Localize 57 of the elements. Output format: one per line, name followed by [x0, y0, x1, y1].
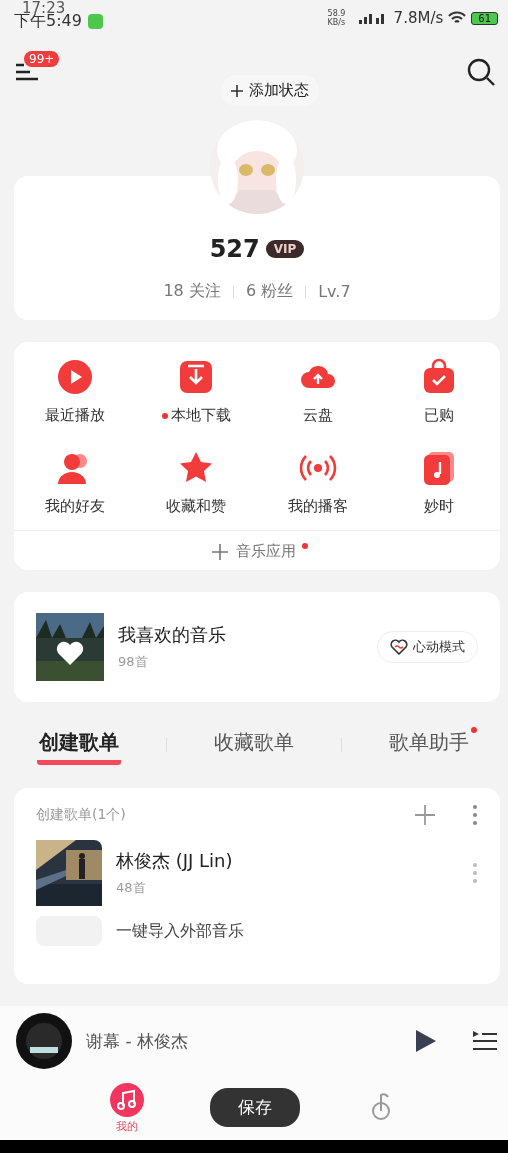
app-icon	[87, 13, 103, 29]
app-shortcut[interactable]: 云盘	[257, 358, 379, 425]
app-shortcut[interactable]: 收藏和赞	[135, 449, 257, 516]
mini-player[interactable]: 谢幕 - 林俊杰	[0, 1006, 508, 1076]
playlist-tab[interactable]: 歌单助手	[387, 725, 472, 765]
playlist-icon[interactable]	[472, 1030, 498, 1052]
section-header: 创建歌单(1个)	[36, 806, 127, 824]
app-label: 本地下载	[170, 406, 231, 425]
app-label: 妙时	[424, 497, 455, 516]
app-label: 我的播客	[287, 497, 348, 516]
app-shortcut[interactable]: 我的播客	[257, 449, 379, 516]
plus-icon	[231, 84, 243, 97]
notification-badge: 99+	[24, 51, 60, 67]
vip-badge: VIP	[265, 240, 305, 258]
add-icon[interactable]	[414, 804, 436, 826]
save-button[interactable]: 保存	[210, 1088, 300, 1127]
heart-mode-button[interactable]: 心动模式	[377, 631, 478, 663]
app-shortcut[interactable]: 最近播放	[14, 358, 136, 425]
profile-stat[interactable]: 6 粉丝	[245, 281, 294, 302]
more-icon[interactable]	[472, 862, 478, 884]
app-label: 收藏和赞	[166, 497, 227, 516]
user-name: 527	[209, 235, 260, 263]
song-count: 48首	[116, 879, 147, 897]
more-icon[interactable]	[472, 804, 478, 826]
song-count: 98首	[118, 653, 149, 671]
nav-tab[interactable]: 我的	[104, 1081, 150, 1135]
wifi-icon	[448, 11, 467, 25]
menu-icon[interactable]	[14, 61, 40, 83]
import-link[interactable]: 一键导入外部音乐	[116, 920, 244, 942]
app-shortcut[interactable]: 本地下载	[135, 358, 257, 425]
playlist-title: 林俊杰 (JJ Lin)	[116, 849, 234, 873]
network-speed: 7.8M/s	[393, 9, 444, 27]
playlist-tab[interactable]: 创建歌单	[36, 725, 121, 765]
battery-icon: 61	[471, 11, 498, 25]
app-shortcut[interactable]: 已购	[378, 358, 500, 425]
search-icon[interactable]	[466, 57, 496, 87]
add-status-button[interactable]: 添加状态	[221, 75, 319, 106]
profile-stat[interactable]: Lv.7	[318, 282, 351, 301]
music-apps-button[interactable]: 音乐应用	[206, 541, 302, 562]
play-icon	[55, 358, 94, 396]
app-label: 云盘	[302, 406, 333, 425]
app-shortcut[interactable]: 我的好友	[14, 449, 136, 516]
playlist-row[interactable]: 林俊杰 (JJ Lin) 48首	[36, 840, 478, 906]
disc-icon	[16, 1013, 72, 1069]
heart-icon	[390, 639, 408, 655]
play-icon[interactable]	[414, 1028, 438, 1054]
plus-icon	[212, 543, 228, 560]
app-label: 最近播放	[44, 406, 105, 425]
app-shortcut[interactable]: 妙时	[378, 449, 500, 516]
song-title: 谢幕 - 林俊杰	[86, 1029, 189, 1053]
liked-music-card[interactable]: 我喜欢的音乐 98首 心动模式	[14, 592, 500, 702]
profile-stat[interactable]: 18 关注	[163, 281, 221, 302]
network-speed: 58.9 KB/s	[327, 9, 347, 27]
playlist-tab[interactable]: 收藏歌单	[211, 725, 296, 765]
playlist-title: 我喜欢的音乐	[118, 623, 227, 647]
app-label: 我的好友	[44, 497, 105, 516]
app-label: 已购	[424, 406, 455, 425]
